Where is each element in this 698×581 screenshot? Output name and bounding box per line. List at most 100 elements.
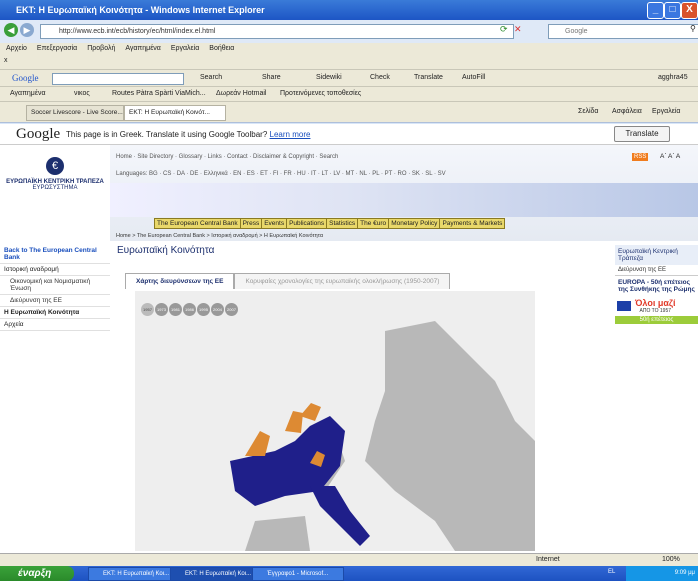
nav-eu-enlargement[interactable]: Διεύρυνση της ΕΕ (0, 295, 110, 307)
related-box-title[interactable]: Ευρωπαϊκή Κεντρική Τράπεζα (615, 245, 698, 265)
toolbar-row: x (0, 55, 698, 69)
back-icon[interactable]: ◀ (4, 23, 18, 37)
taskbar-item[interactable]: Έγγραφο1 - Microsof... (252, 567, 344, 581)
content-tabs: Χάρτης διευρύνσεων της ΕΕ Κορυφαίες χρονο… (125, 273, 451, 290)
nav-publications[interactable]: Publications (286, 218, 328, 229)
translate-bar: Google This page is in Greek. Translate … (0, 124, 698, 145)
taskbar-item[interactable]: EKT: Η Ευρωπαϊκή Κοι... (88, 567, 180, 581)
left-nav: Back to The European Central Bank Ιστορι… (0, 245, 110, 331)
anniversary-logo[interactable]: Όλοι μαζί ΑΠΟ ΤΟ 1957 (615, 296, 698, 316)
nav-monetary-policy[interactable]: Monetary Policy (388, 218, 441, 229)
europa-anniversary-link[interactable]: EUROPA - 50ή επέτειος της Συνθήκης της Ρ… (615, 276, 698, 296)
tab-timeline[interactable]: Κορυφαίες χρονολογίες της ευρωπαϊκής ολο… (234, 273, 451, 289)
ecb-logo-subtext: ΕΥΡΩΣΥΣΤΗΜΑ (32, 185, 78, 191)
language-indicator[interactable]: EL (608, 569, 615, 575)
stop-icon[interactable]: ✕ (514, 24, 522, 35)
ecb-logo[interactable]: € ΕΥΡΩΠΑΪΚΗ ΚΕΝΤΡΙΚΗ ΤΡΑΠΕΖΑ ΕΥΡΩΣΥΣΤΗΜΑ (0, 145, 110, 241)
nav-events[interactable]: Events (261, 218, 288, 229)
toolbar-share-button[interactable]: Share (262, 74, 281, 81)
user-account[interactable]: agghra45 (658, 74, 688, 81)
menu-edit[interactable]: Επεξεργασία (37, 45, 77, 52)
header-banner (110, 183, 698, 217)
ecb-header: € ΕΥΡΩΠΑΪΚΗ ΚΕΝΤΡΙΚΗ ΤΡΑΠΕΖΑ ΕΥΡΩΣΥΣΤΗΜΑ… (0, 145, 698, 241)
close-toolbar-button[interactable]: x (4, 57, 8, 64)
status-bar: Internet 100% (0, 553, 698, 567)
google-toolbar-search-input[interactable] (52, 73, 184, 85)
translate-message: This page is in Greek. Translate it usin… (66, 130, 311, 139)
google-toolbar: Google Search Share Sidewiki Check Trans… (0, 69, 698, 87)
minimize-button[interactable]: _ (647, 2, 664, 19)
search-icon[interactable]: ⚲ (690, 24, 696, 33)
tab-enlargement-map[interactable]: Χάρτης διευρύνσεων της ΕΕ (125, 273, 235, 289)
right-column: Ευρωπαϊκή Κεντρική Τράπεζα Διεύρυνση της… (615, 245, 698, 324)
search-input[interactable]: Google (548, 24, 698, 39)
start-button[interactable]: έναρξη (0, 566, 74, 581)
web-page: € ΕΥΡΩΠΑΪΚΗ ΚΕΝΤΡΙΚΗ ΤΡΑΠΕΖΑ ΕΥΡΩΣΥΣΤΗΜΑ… (0, 145, 698, 553)
page-menu[interactable]: Σελίδα (578, 108, 598, 115)
title-bar: EKT: Η Ευρωπαϊκή Κοινότητα - Windows Int… (0, 0, 698, 20)
menu-help[interactable]: Βοήθεια (209, 45, 234, 52)
maximize-button[interactable]: □ (664, 2, 681, 19)
tools-menu[interactable]: Εργαλεία (652, 108, 680, 115)
close-button[interactable]: X (681, 2, 698, 19)
eu-flag-icon (617, 301, 631, 311)
address-bar: ◀ ▶ http://www.ecb.int/ecb/history/ec/ht… (0, 20, 698, 44)
anniversary-logo-word: Όλοι μαζί (635, 298, 676, 308)
europe-map (230, 321, 535, 551)
url-input[interactable]: http://www.ecb.int/ecb/history/ec/html/i… (40, 24, 514, 39)
breadcrumb[interactable]: Home > The European Central Bank > Ιστορ… (116, 233, 323, 239)
toolbar-search-button[interactable]: Search (200, 74, 222, 81)
nav-press[interactable]: Press (239, 218, 263, 229)
forward-icon[interactable]: ▶ (20, 23, 34, 37)
nav-payments[interactable]: Payments & Markets (439, 218, 506, 229)
clock: 9:09 μμ (674, 570, 695, 576)
toolbar-sidewiki-button[interactable]: Sidewiki (316, 74, 342, 81)
rss-icon[interactable]: RSS (632, 153, 649, 161)
favorite-item[interactable]: Routes Pàtra Spàrti ViaMich... (112, 90, 206, 97)
favorites-button[interactable]: Αγαπημένα (10, 90, 46, 97)
enlargement-map: 1957 1973 1981 1986 1995 2004 2007 (135, 291, 535, 551)
related-link[interactable]: Διεύρυνση της ΕΕ (615, 265, 698, 276)
toolbar-check-button[interactable]: Check (370, 74, 390, 81)
learn-more-link[interactable]: Learn more (270, 130, 311, 139)
favorite-item[interactable]: νικος (74, 90, 90, 97)
system-tray: 9:09 μμ (626, 566, 698, 581)
window-title: EKT: Η Ευρωπαϊκή Κοινότητα - Windows Int… (16, 5, 265, 15)
toolbar-translate-button[interactable]: Translate (414, 74, 443, 81)
menu-file[interactable]: Αρχείο (6, 45, 27, 52)
translate-button[interactable]: Translate (614, 126, 670, 142)
tabs-bar: Soccer Livescore - Live Score... EKT: Η … (0, 101, 698, 123)
favorites-bar: Αγαπημένα νικος Routes Pàtra Spàrti ViaM… (0, 86, 698, 102)
back-link[interactable]: Back to The European Central Bank (0, 245, 110, 264)
nav-statistics[interactable]: Statistics (326, 218, 359, 229)
zone-label: Internet (536, 556, 560, 563)
header-links[interactable]: Home · Site Directory · Glossary · Links… (116, 154, 338, 160)
anniversary-banner[interactable]: 50ή επέτειος (615, 316, 698, 324)
nav-archives[interactable]: Αρχεία (0, 319, 110, 331)
menu-favorites[interactable]: Αγαπημένα (125, 45, 161, 52)
anniversary-logo-sub: ΑΠΟ ΤΟ 1957 (639, 308, 672, 314)
favorite-item[interactable]: Δωρεάν Hotmail (216, 90, 266, 97)
menu-view[interactable]: Προβολή (87, 45, 115, 52)
euro-icon: € (46, 157, 64, 175)
google-toolbar-logo: Google (12, 73, 39, 83)
nav-ecb[interactable]: The European Central Bank (154, 218, 241, 229)
zoom-level[interactable]: 100% (662, 556, 680, 563)
safety-menu[interactable]: Ασφάλεια (612, 108, 642, 115)
refresh-icon[interactable]: ⟳ (500, 24, 508, 35)
main-nav: The European Central Bank Press Events Publ… (154, 218, 506, 229)
favorite-item[interactable]: Προτεινόμενες τοποθεσίες (280, 90, 361, 97)
nav-emu[interactable]: Οικονομική και Νομισματική Ένωση (0, 276, 110, 295)
menu-tools[interactable]: Εργαλεία (171, 45, 199, 52)
taskbar-item-active[interactable]: EKT: Η Ευρωπαϊκή Κοι... (170, 567, 262, 581)
page-title: Ευρωπαϊκή Κοινότητα (117, 245, 215, 256)
nav-european-community[interactable]: Η Ευρωπαϊκή Κοινότητα (0, 307, 110, 319)
nav-euro[interactable]: The €uro (357, 218, 390, 229)
toolbar-autofill-button[interactable]: AutoFill (462, 74, 485, 81)
font-size-controls[interactable]: Α΄ Α΄ Α (660, 153, 680, 160)
browser-tab-active[interactable]: EKT: Η Ευρωπαϊκή Κοινότ... (124, 105, 226, 121)
browser-tab[interactable]: Soccer Livescore - Live Score... (26, 105, 124, 121)
main-content: Ευρωπαϊκή Κοινότητα Χάρτης διευρύνσεων τ… (115, 245, 613, 551)
nav-history[interactable]: Ιστορική αναδρομή (0, 264, 110, 276)
language-links[interactable]: Languages: BG · CS · DA · DE · Ελληνικά … (116, 171, 446, 177)
